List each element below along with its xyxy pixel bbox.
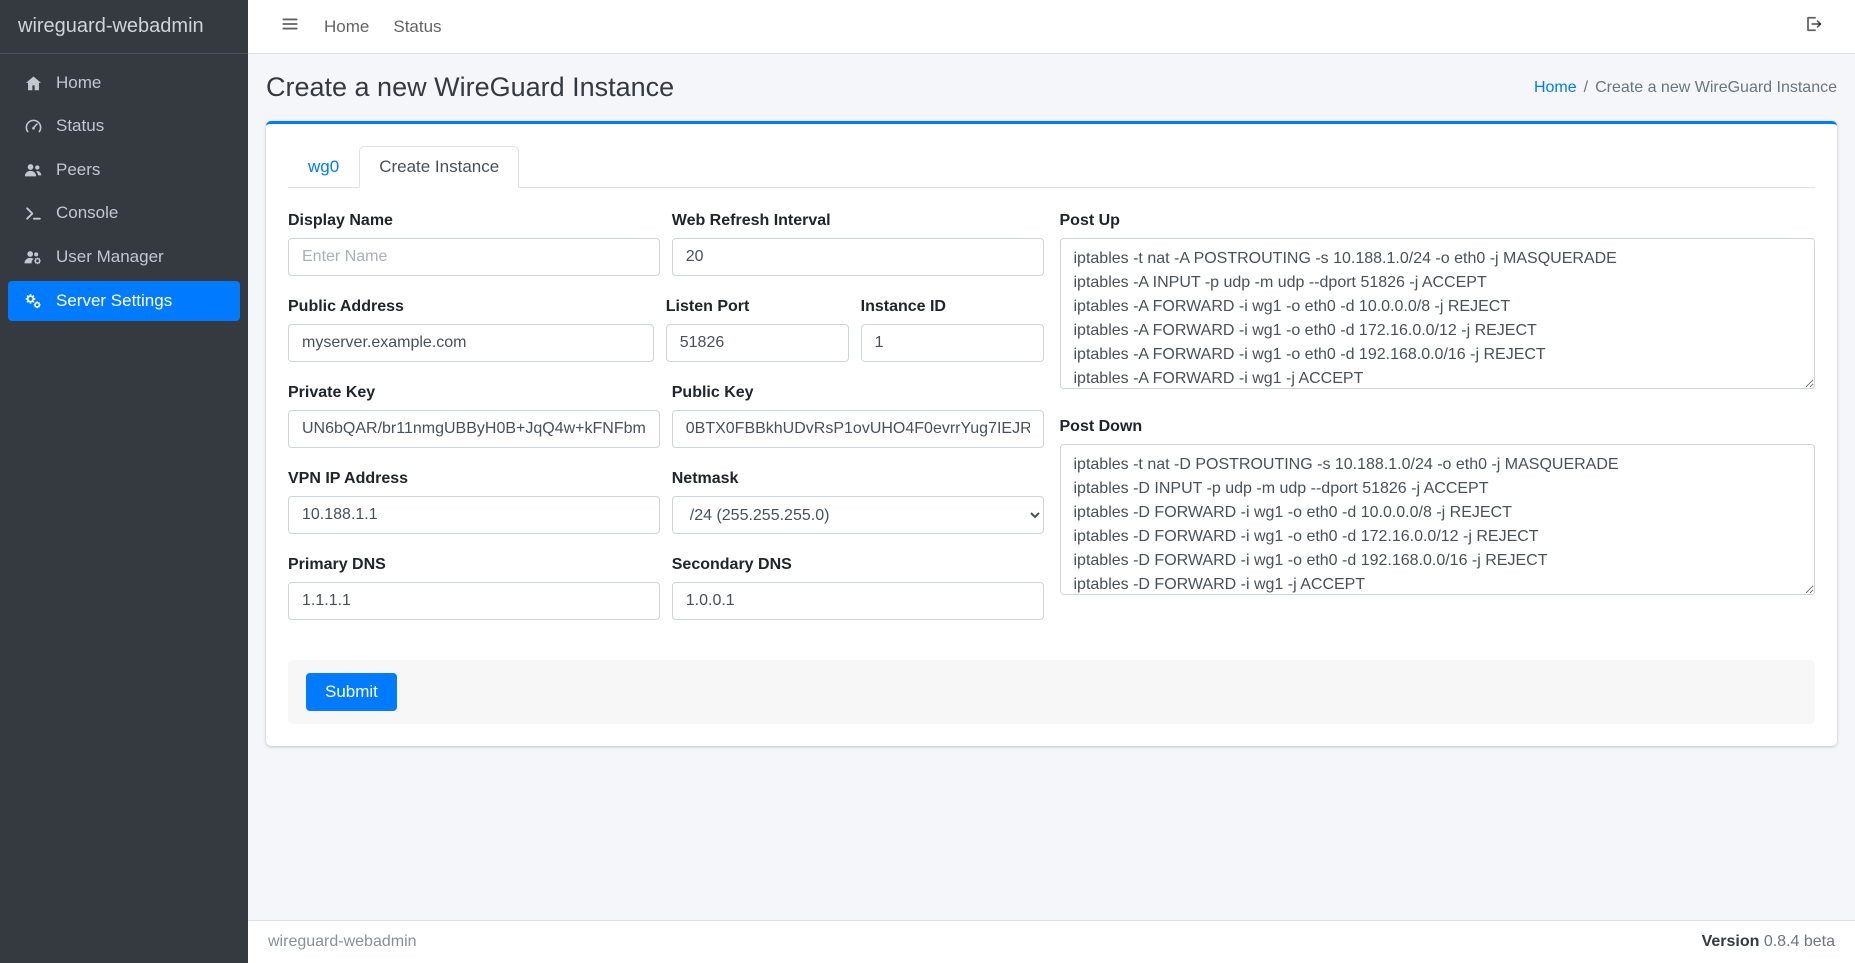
navbar-link-status[interactable]: Status — [381, 9, 453, 45]
instance-tabs: wg0 Create Instance — [288, 146, 1815, 188]
tab-create-instance[interactable]: Create Instance — [359, 146, 519, 188]
secondary-dns-label: Secondary DNS — [672, 556, 1044, 574]
field-web-refresh-interval: Web Refresh Interval — [672, 212, 1044, 276]
field-listen-port: Listen Port — [666, 298, 849, 362]
cogs-icon — [20, 291, 46, 311]
post-up-textarea[interactable]: iptables -t nat -A POSTROUTING -s 10.188… — [1060, 238, 1816, 389]
users-icon — [20, 160, 46, 180]
public-address-label: Public Address — [288, 298, 654, 316]
breadcrumb: Home / Create a new WireGuard Instance — [1534, 79, 1837, 97]
field-instance-id: Instance ID — [861, 298, 1044, 362]
field-display-name: Display Name — [288, 212, 660, 276]
sidebar-item-label: Peers — [56, 161, 100, 180]
sidebar-item-user-manager[interactable]: User Manager — [8, 237, 240, 277]
sidebar-item-label: Status — [56, 117, 104, 136]
footer-brand-text: wireguard-webadmin — [268, 933, 417, 951]
public-key-input[interactable] — [672, 410, 1044, 448]
web-refresh-interval-label: Web Refresh Interval — [672, 212, 1044, 230]
field-secondary-dns: Secondary DNS — [672, 556, 1044, 620]
form-footer-strip: Submit — [288, 660, 1815, 724]
page-title: Create a new WireGuard Instance — [266, 72, 674, 103]
field-private-key: Private Key — [288, 384, 660, 448]
tachometer-icon — [20, 117, 46, 136]
instance-card: wg0 Create Instance Display Name — [266, 121, 1837, 746]
netmask-select[interactable]: /24 (255.255.255.0) — [672, 496, 1044, 534]
sidebar-item-home[interactable]: Home — [8, 64, 240, 103]
field-netmask: Netmask /24 (255.255.255.0) — [672, 470, 1044, 534]
submit-button[interactable]: Submit — [306, 673, 397, 711]
footer-version-label: Version — [1702, 933, 1760, 950]
footer-version-value: 0.8.4 beta — [1764, 933, 1835, 950]
users-gear-icon — [20, 247, 46, 267]
field-public-address: Public Address — [288, 298, 654, 362]
logout-button[interactable] — [1791, 6, 1835, 47]
sidebar-nav: Home Status Peers Console — [0, 54, 248, 331]
breadcrumb-separator: / — [1584, 79, 1588, 97]
sign-out-icon — [1803, 14, 1823, 39]
vpn-ip-address-input[interactable] — [288, 496, 660, 534]
content-header: Create a new WireGuard Instance Home / C… — [248, 54, 1855, 117]
post-down-textarea[interactable]: iptables -t nat -D POSTROUTING -s 10.188… — [1060, 444, 1816, 595]
content-wrapper: Create a new WireGuard Instance Home / C… — [248, 54, 1855, 920]
form-left-column: Display Name Web Refresh Interval — [288, 212, 1044, 620]
instance-card-body: wg0 Create Instance Display Name — [266, 124, 1837, 746]
sidebar-item-label: Console — [56, 204, 118, 223]
main-column: Home Status Create a new WireGuard Insta… — [248, 0, 1855, 963]
sidebar-item-label: User Manager — [56, 248, 164, 267]
primary-dns-label: Primary DNS — [288, 556, 660, 574]
sidebar-item-console[interactable]: Console — [8, 194, 240, 233]
brand-link[interactable]: wireguard-webadmin — [0, 0, 248, 54]
instance-id-label: Instance ID — [861, 298, 1044, 316]
listen-port-label: Listen Port — [666, 298, 849, 316]
secondary-dns-input[interactable] — [672, 582, 1044, 620]
navbar-link-home[interactable]: Home — [312, 9, 381, 45]
terminal-icon — [20, 204, 46, 223]
form-right-column: Post Up iptables -t nat -A POSTROUTING -… — [1060, 212, 1816, 620]
footer-version: Version 0.8.4 beta — [1702, 933, 1835, 951]
netmask-label: Netmask — [672, 470, 1044, 488]
sidebar-item-status[interactable]: Status — [8, 107, 240, 146]
field-vpn-ip-address: VPN IP Address — [288, 470, 660, 534]
display-name-input[interactable] — [288, 238, 660, 276]
hamburger-icon — [280, 14, 300, 39]
instance-form: Display Name Web Refresh Interval — [288, 212, 1815, 620]
field-primary-dns: Primary DNS — [288, 556, 660, 620]
page-footer: wireguard-webadmin Version 0.8.4 beta — [248, 920, 1855, 963]
breadcrumb-current: Create a new WireGuard Instance — [1595, 79, 1837, 97]
tab-wg0[interactable]: wg0 — [288, 146, 359, 188]
private-key-label: Private Key — [288, 384, 660, 402]
vpn-ip-address-label: VPN IP Address — [288, 470, 660, 488]
web-refresh-interval-input[interactable] — [672, 238, 1044, 276]
sidebar: wireguard-webadmin Home Status Peers — [0, 0, 248, 963]
sidebar-item-peers[interactable]: Peers — [8, 150, 240, 190]
sidebar-item-label: Server Settings — [56, 292, 172, 311]
home-icon — [20, 74, 46, 93]
top-navbar: Home Status — [248, 0, 1855, 54]
listen-port-input[interactable] — [666, 324, 849, 362]
app-root: wireguard-webadmin Home Status Peers — [0, 0, 1855, 963]
public-key-label: Public Key — [672, 384, 1044, 402]
sidebar-item-label: Home — [56, 74, 101, 93]
field-post-up: Post Up iptables -t nat -A POSTROUTING -… — [1060, 212, 1816, 394]
sidebar-toggle-button[interactable] — [268, 6, 312, 47]
post-down-label: Post Down — [1060, 418, 1816, 436]
display-name-label: Display Name — [288, 212, 660, 230]
private-key-input[interactable] — [288, 410, 660, 448]
breadcrumb-home-link[interactable]: Home — [1534, 79, 1577, 97]
public-address-input[interactable] — [288, 324, 654, 362]
sidebar-item-server-settings[interactable]: Server Settings — [8, 281, 240, 321]
post-up-label: Post Up — [1060, 212, 1816, 230]
primary-dns-input[interactable] — [288, 582, 660, 620]
instance-id-input[interactable] — [861, 324, 1044, 362]
field-public-key: Public Key — [672, 384, 1044, 448]
field-post-down: Post Down iptables -t nat -D POSTROUTING… — [1060, 418, 1816, 600]
